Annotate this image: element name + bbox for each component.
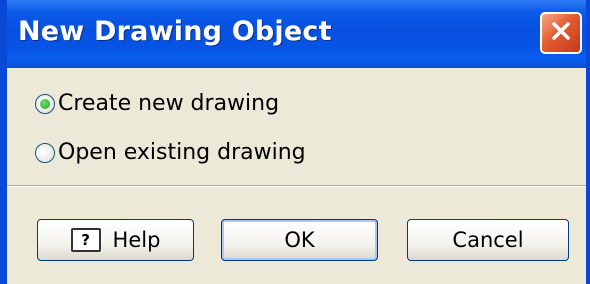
option-create-new-label: Create new drawing — [58, 91, 280, 116]
close-icon — [549, 19, 573, 47]
ok-button-label: OK — [284, 228, 315, 252]
dialog-title: New Drawing Object — [18, 16, 332, 47]
help-button-label: Help — [112, 228, 161, 252]
help-button[interactable]: ? Help — [37, 219, 194, 261]
window-frame-left — [0, 0, 7, 284]
help-icon: ? — [70, 228, 101, 252]
window-frame-right — [586, 0, 590, 284]
cancel-button[interactable]: Cancel — [407, 219, 569, 261]
dialog-window: New Drawing Object Create new drawing Op… — [0, 0, 590, 284]
separator — [7, 185, 586, 187]
option-open-existing-label: Open existing drawing — [58, 140, 306, 165]
close-button[interactable] — [540, 12, 582, 54]
option-create-new[interactable]: Create new drawing — [35, 91, 279, 116]
title-bar[interactable]: New Drawing Object — [0, 0, 590, 68]
dialog-content: Create new drawing Open existing drawing… — [7, 68, 586, 284]
cancel-button-label: Cancel — [452, 228, 524, 252]
option-open-existing[interactable]: Open existing drawing — [35, 140, 306, 165]
ok-button[interactable]: OK — [221, 219, 378, 261]
radio-create-new[interactable] — [35, 93, 55, 114]
radio-selected-dot — [40, 98, 50, 109]
radio-open-existing[interactable] — [35, 142, 55, 163]
